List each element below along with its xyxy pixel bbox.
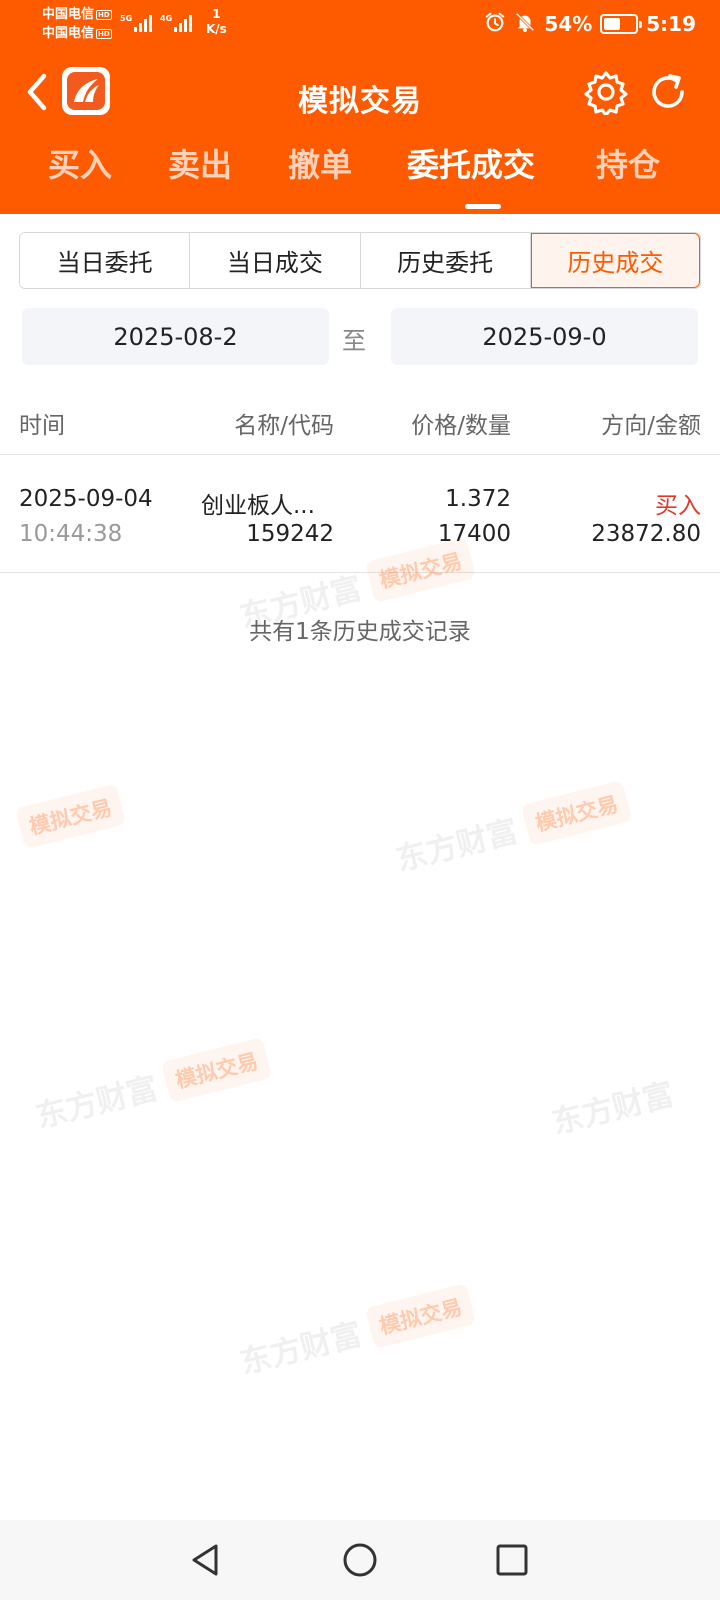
- refresh-icon: [652, 74, 684, 108]
- segment-history-orders[interactable]: 历史委托: [360, 233, 531, 288]
- end-date-picker[interactable]: 2025-09-0: [391, 308, 698, 365]
- trade-direction: 买入: [655, 493, 701, 519]
- segment-history-trades[interactable]: 历史成交: [530, 233, 700, 288]
- record-count-summary: 共有1条历史成交记录: [249, 619, 471, 645]
- record-type-segmented-control: 当日委托 当日成交 历史委托 历史成交: [19, 232, 701, 289]
- watermark-tag: 模拟交易: [160, 1036, 273, 1103]
- carrier-info: 中国电信 HD 中国电信 HD: [42, 5, 112, 43]
- segment-today-trades[interactable]: 当日成交: [190, 233, 361, 288]
- column-header-name-code: 名称/代码: [234, 413, 334, 439]
- app-header: 中国电信 HD 中国电信 HD 5G 4G 1 K/s 54% 5:19 模拟交…: [0, 0, 720, 214]
- segment-today-orders[interactable]: 当日委托: [20, 233, 191, 288]
- main-tab-bar: 买入 卖出 撤单 委托成交 持仓: [0, 140, 720, 214]
- carrier-2: 中国电信: [42, 26, 95, 41]
- tab-cancel-order[interactable]: 撤单: [288, 140, 352, 186]
- trade-date: 2025-09-04: [19, 486, 153, 512]
- nav-back-button[interactable]: [182, 1536, 230, 1584]
- gear-icon: [584, 71, 628, 115]
- triangle-back-icon: [192, 1544, 218, 1576]
- tab-positions[interactable]: 持仓: [596, 140, 660, 186]
- status-bar: 中国电信 HD 中国电信 HD 5G 4G 1 K/s 54% 5:19: [0, 0, 720, 48]
- mute-bell-icon: [514, 11, 536, 38]
- trade-quantity: 17400: [437, 521, 511, 547]
- settings-button[interactable]: [582, 68, 630, 116]
- security-name: 创业板人...: [201, 493, 315, 519]
- watermark: 模拟交易: [14, 783, 126, 850]
- title-row: 模拟交易: [0, 62, 720, 122]
- watermark: 东方财富: [547, 1069, 678, 1143]
- network-type-1: 5G: [120, 14, 133, 23]
- hd-badge-2: HD: [96, 28, 112, 39]
- carrier-1: 中国电信: [42, 7, 95, 22]
- column-header-direction-amount: 方向/金额: [601, 413, 701, 439]
- watermark-brand: 东方财富: [236, 1316, 366, 1382]
- watermark-brand: 东方财富: [392, 813, 522, 879]
- refresh-button[interactable]: [644, 68, 692, 116]
- watermark-tag: 模拟交易: [520, 779, 633, 846]
- active-tab-indicator: [465, 204, 501, 209]
- nav-home-button[interactable]: [336, 1536, 384, 1584]
- tab-orders-trades[interactable]: 委托成交: [407, 140, 535, 186]
- column-header-time: 时间: [19, 413, 65, 439]
- clock-time: 5:19: [646, 12, 696, 36]
- status-right: 54% 5:19: [484, 9, 696, 39]
- watermark: 东方财富 模拟交易: [235, 1281, 477, 1382]
- start-date-picker[interactable]: 2025-08-2: [22, 308, 329, 365]
- watermark: 东方财富 模拟交易: [31, 1035, 273, 1136]
- trade-time: 10:44:38: [19, 521, 123, 547]
- header-divider: [0, 454, 720, 455]
- trade-price: 1.372: [445, 486, 511, 512]
- tab-buy[interactable]: 买入: [48, 140, 112, 186]
- hd-badge-1: HD: [96, 9, 112, 20]
- tab-sell[interactable]: 卖出: [168, 140, 232, 186]
- column-header-price-quantity: 价格/数量: [411, 413, 511, 439]
- square-recents-icon: [496, 1544, 528, 1576]
- watermark-brand: 东方财富: [32, 1070, 162, 1136]
- watermark: 东方财富 模拟交易: [391, 778, 633, 879]
- nav-recents-button[interactable]: [488, 1536, 536, 1584]
- row-divider: [0, 572, 720, 573]
- battery-icon: [600, 14, 643, 34]
- circle-home-icon: [343, 1543, 377, 1577]
- watermark-brand: 东方财富: [548, 1076, 678, 1142]
- network-speed: 1 K/s: [206, 7, 227, 37]
- trade-amount: 23872.80: [591, 521, 701, 547]
- speed-unit: K/s: [206, 22, 227, 36]
- signal-bars-1-icon: [134, 14, 152, 32]
- signal-bars-2-icon: [174, 14, 192, 32]
- speed-value: 1: [212, 7, 221, 21]
- battery-percent: 54%: [544, 12, 593, 36]
- security-code: 159242: [246, 521, 334, 547]
- date-range-separator: 至: [342, 327, 366, 355]
- network-type-2: 4G: [160, 14, 173, 23]
- system-navigation-bar: [0, 1520, 720, 1600]
- watermark-tag: 模拟交易: [364, 1282, 477, 1349]
- watermark-tag: 模拟交易: [14, 783, 126, 850]
- alarm-icon: [484, 11, 506, 38]
